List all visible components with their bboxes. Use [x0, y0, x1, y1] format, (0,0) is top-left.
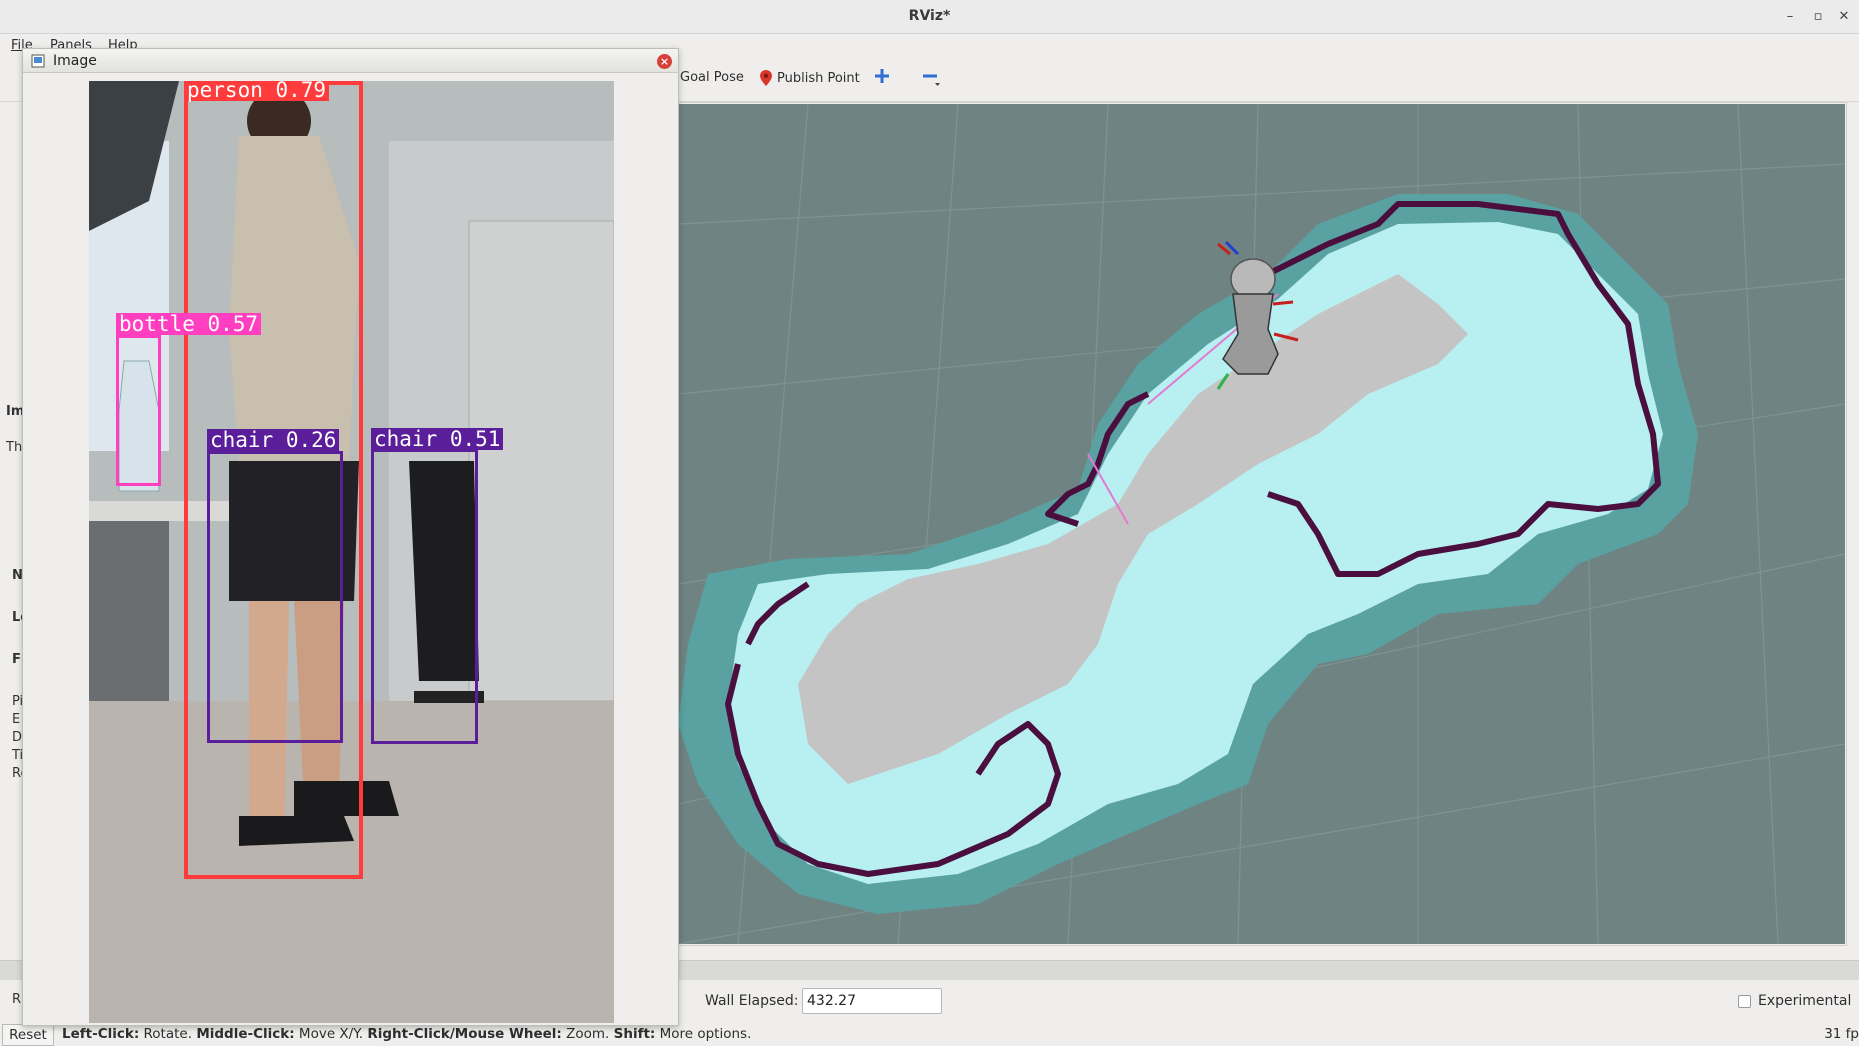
hint-text: Zoom. — [561, 1026, 614, 1042]
occupancy-map — [678, 104, 1845, 944]
image-window[interactable]: Image × person 0.79 bottle 0.57 chair 0.… — [22, 48, 679, 1026]
goal-pose-label: Goal Pose — [680, 70, 744, 85]
publish-point-tool[interactable]: Publish Point — [760, 70, 860, 86]
window-title: RViz* — [908, 8, 951, 24]
reset-button[interactable]: Reset — [2, 1024, 54, 1046]
map-pin-icon — [760, 70, 772, 86]
publish-point-label: Publish Point — [777, 70, 860, 86]
close-image-window-icon[interactable]: × — [657, 54, 672, 69]
detection-label-bottle: bottle 0.57 — [116, 313, 262, 335]
panel-fragment: E — [12, 712, 21, 727]
minus-icon — [923, 74, 940, 86]
camera-image: person 0.79 bottle 0.57 chair 0.26 chair… — [89, 81, 614, 1023]
close-icon[interactable]: ✕ — [1833, 6, 1855, 28]
detection-label-chair: chair 0.51 — [371, 428, 504, 450]
displays-panel: Im Th N Le Fi Pi E D Ti Re R — [0, 102, 29, 1042]
wall-elapsed-field[interactable] — [802, 988, 942, 1014]
detection-label-chair: chair 0.26 — [207, 429, 340, 451]
mouse-hint: Left-Click: Rotate. Middle-Click: Move X… — [62, 1026, 751, 1042]
hint-text: More options. — [655, 1026, 752, 1042]
hint-key: Shift: — [613, 1026, 656, 1042]
detection-box-bottle — [116, 335, 161, 486]
window-titlebar: RViz* – ▫ ✕ — [0, 0, 1859, 34]
fps-counter: 31 fp — [1824, 1026, 1859, 1042]
goal-pose-tool[interactable]: Goal Pose — [680, 70, 744, 85]
hint-text: Move X/Y. — [294, 1026, 368, 1042]
remove-tool-button[interactable] — [922, 68, 942, 88]
panel-fragment: D — [12, 730, 23, 745]
wall-elapsed-label: Wall Elapsed: — [705, 993, 799, 1009]
image-window-icon — [31, 54, 45, 68]
maximize-icon[interactable]: ▫ — [1807, 6, 1829, 28]
minimize-icon[interactable]: – — [1779, 6, 1801, 28]
plus-icon — [875, 69, 889, 83]
detection-box-chair — [207, 451, 343, 743]
add-tool-button[interactable] — [874, 68, 890, 84]
experimental-checkbox[interactable] — [1738, 995, 1751, 1008]
hint-text: Rotate. — [139, 1026, 197, 1042]
detection-box-chair — [371, 449, 478, 744]
image-window-title: Image — [53, 53, 97, 69]
panel-fragment: Th — [6, 440, 23, 455]
hint-key: Middle-Click: — [196, 1026, 295, 1042]
detection-label-person: person 0.79 — [184, 81, 330, 101]
hint-key: Left-Click: — [62, 1026, 140, 1042]
image-window-titlebar[interactable]: Image × — [23, 49, 678, 73]
hint-key: Right-Click/Mouse Wheel: — [367, 1026, 562, 1042]
experimental-label: Experimental — [1758, 993, 1852, 1009]
render-viewport[interactable] — [678, 104, 1845, 944]
